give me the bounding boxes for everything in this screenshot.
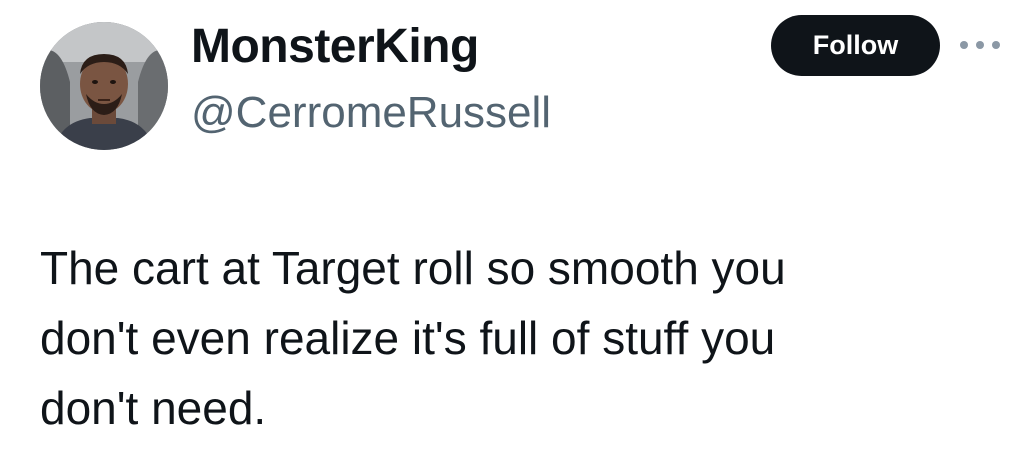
display-name[interactable]: MonsterKing	[191, 18, 479, 76]
tweet-text-line: don't need.	[40, 382, 267, 434]
avatar[interactable]	[40, 22, 168, 150]
follow-button-label: Follow	[812, 30, 899, 60]
tweet-text-line: don't even realize it's full of stuff yo…	[40, 312, 776, 364]
user-handle[interactable]: @CerromeRussell	[191, 86, 551, 140]
more-dot	[976, 41, 984, 49]
tweet-text-line: The cart at Target roll so smooth you	[40, 242, 786, 294]
more-horizontal-icon[interactable]	[960, 34, 1000, 56]
tweet-text: The cart at Target roll so smooth you do…	[40, 233, 1000, 443]
avatar-photo	[40, 22, 168, 150]
follow-button[interactable]: Follow	[771, 15, 940, 76]
tweet-card: MonsterKing @CerromeRussell Follow The c…	[0, 0, 1024, 468]
more-dot	[960, 41, 968, 49]
more-dot	[992, 41, 1000, 49]
